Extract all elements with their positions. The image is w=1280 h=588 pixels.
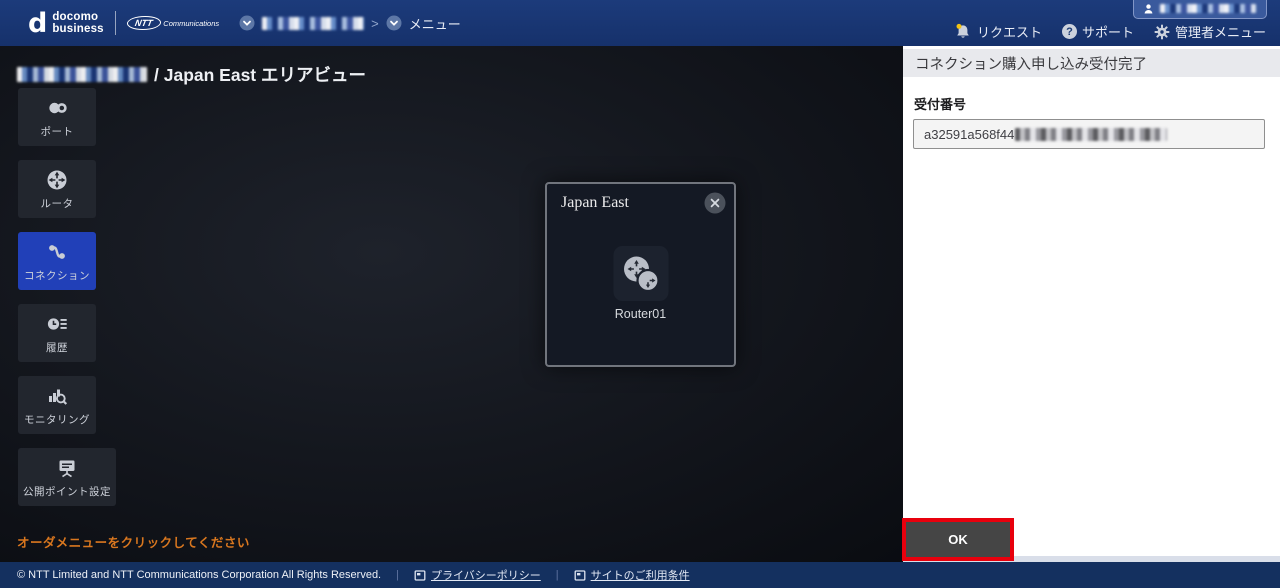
user-account-badge[interactable] xyxy=(1133,0,1267,19)
privacy-policy-link[interactable]: プライバシーポリシー xyxy=(414,567,541,583)
user-name-redacted xyxy=(1160,4,1256,13)
admin-menu-label: 管理者メニュー xyxy=(1174,25,1266,40)
sidebar-item-monitoring[interactable]: モニタリング xyxy=(18,376,96,434)
sidebar-item-label: ポート xyxy=(40,125,74,138)
router-node-label: Router01 xyxy=(614,307,667,321)
connection-icon xyxy=(45,240,69,264)
router-node-icon xyxy=(613,246,668,301)
admin-menu[interactable]: 管理者メニュー xyxy=(1154,22,1266,41)
sidebar-item-label: モニタリング xyxy=(24,413,90,426)
breadcrumb-menu-label[interactable]: メニュー xyxy=(409,14,461,33)
order-menu-hint: オーダメニューをクリックしてください xyxy=(17,536,250,550)
router-node[interactable]: Router01 xyxy=(613,246,668,321)
app-window: d docomo business NTT Communications > メ… xyxy=(0,0,1280,588)
receipt-number-redacted xyxy=(1015,127,1168,141)
logo-line1: docomo xyxy=(52,10,99,23)
area-canvas: / Japan East エリアビュー ポート ルータ コネクション 履歴 モニ… xyxy=(0,46,903,562)
logo-line2: business xyxy=(52,23,104,35)
result-panel-title: コネクション購入申し込み受付完了 xyxy=(903,49,1280,77)
sidebar-item-label: 公開ポイント設定 xyxy=(23,485,111,498)
receipt-number-field[interactable]: a32591a568f44 xyxy=(913,119,1265,149)
page-title-suffix: / Japan East エリアビュー xyxy=(154,65,366,85)
ntt-oval-icon: NTT xyxy=(125,16,162,30)
support-menu[interactable]: ? サポート xyxy=(1061,22,1134,41)
support-label: サポート xyxy=(1081,25,1134,40)
breadcrumb-separator: > xyxy=(371,15,379,31)
sidebar-item-port[interactable]: ポート xyxy=(18,88,96,146)
ntt-sub-label: Communications xyxy=(163,18,220,28)
sidebar-item-label: ルータ xyxy=(40,197,74,210)
sidebar-item-connection[interactable]: コネクション xyxy=(18,232,96,290)
site-terms-link[interactable]: サイトのご利用条件 xyxy=(574,567,690,583)
external-link-icon xyxy=(574,569,586,582)
question-circle-icon: ? xyxy=(1061,24,1077,39)
page-title: / Japan East エリアビュー xyxy=(17,62,366,87)
logo-divider xyxy=(114,11,116,35)
sidebar-item-history[interactable]: 履歴 xyxy=(18,304,96,362)
site-terms-label: サイトのご利用条件 xyxy=(590,570,690,582)
gear-icon xyxy=(1154,24,1170,40)
docomo-d-icon: d xyxy=(28,7,48,39)
bell-icon xyxy=(954,23,972,40)
area-view-title: Japan East xyxy=(561,194,629,211)
chevron-down-icon[interactable] xyxy=(386,15,402,31)
router-icon xyxy=(45,168,69,192)
breadcrumb: > メニュー xyxy=(239,14,461,33)
sidebar-item-router[interactable]: ルータ xyxy=(18,160,96,218)
request-label: リクエスト xyxy=(976,25,1042,40)
footer-divider: | xyxy=(555,569,559,581)
request-menu[interactable]: リクエスト xyxy=(954,22,1042,41)
chevron-down-icon[interactable] xyxy=(239,15,255,31)
close-icon[interactable] xyxy=(704,192,726,214)
public-point-icon xyxy=(55,456,79,480)
ok-button[interactable]: OK xyxy=(906,522,1010,557)
external-link-icon xyxy=(414,569,426,582)
sidebar-item-label: 履歴 xyxy=(46,341,68,354)
footer-divider: | xyxy=(396,569,399,581)
privacy-policy-label: プライバシーポリシー xyxy=(430,570,541,582)
monitoring-icon xyxy=(45,384,69,408)
area-view-card: Japan East Router01 xyxy=(545,182,736,367)
sidebar-item-label: コネクション xyxy=(24,269,90,282)
port-icon xyxy=(45,96,69,120)
tenant-name-redacted[interactable] xyxy=(262,16,365,30)
person-icon xyxy=(1142,2,1155,16)
receipt-number-value: a32591a568f44 xyxy=(924,126,1015,142)
page-footer: © NTT Limited and NTT Communications Cor… xyxy=(0,562,1280,588)
history-icon xyxy=(45,312,69,336)
receipt-number-label: 受付番号 xyxy=(914,97,967,112)
docomo-business-logo: d docomo business xyxy=(28,10,104,37)
top-navbar: d docomo business NTT Communications > メ… xyxy=(0,0,1280,46)
ok-button-highlight: OK xyxy=(902,518,1014,561)
order-menu-sidebar: ポート ルータ コネクション 履歴 モニタリング 公開ポイント設定 xyxy=(18,88,116,506)
ntt-communications-logo: NTT Communications xyxy=(125,16,220,30)
tenant-title-redacted xyxy=(17,67,147,82)
result-panel: コネクション購入申し込み受付完了 受付番号 a32591a568f44 OK xyxy=(902,46,1280,562)
sidebar-item-public-point[interactable]: 公開ポイント設定 xyxy=(18,448,116,506)
copyright-text: © NTT Limited and NTT Communications Cor… xyxy=(17,569,382,581)
